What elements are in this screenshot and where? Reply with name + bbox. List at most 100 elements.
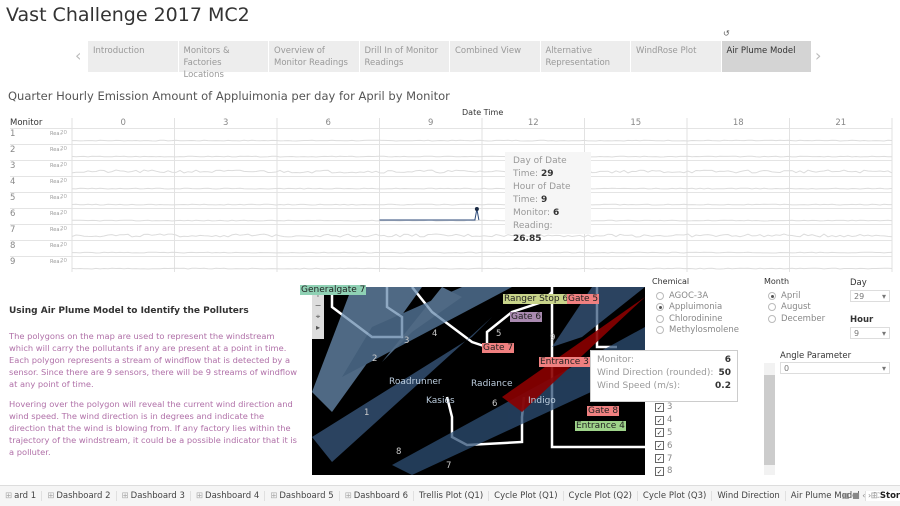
monitor-marker[interactable]: 2 bbox=[372, 354, 377, 364]
sheet-tabs: ⊞ ard 1 ⊞ Dashboard 2 ⊞ Dashboard 3 ⊞ Dashboard… bbox=[0, 485, 900, 506]
map-location-label[interactable]: Gate 5 bbox=[567, 294, 600, 304]
checkbox-checked-icon[interactable]: ✓ bbox=[655, 466, 664, 476]
map-location-label[interactable]: Roadrunner bbox=[388, 377, 443, 387]
radio-icon[interactable] bbox=[768, 303, 776, 312]
radio-icon[interactable] bbox=[656, 314, 664, 323]
monitor-marker[interactable]: 7 bbox=[446, 461, 451, 471]
description-paragraph: The polygons on the map are used to repr… bbox=[9, 331, 298, 389]
sheet-tab[interactable]: Trellis Plot (Q1) bbox=[414, 491, 490, 501]
radio-option-chlorodinine[interactable]: Chlorodinine bbox=[656, 313, 739, 325]
radio-label: Chlorodinine bbox=[669, 313, 723, 324]
monitor-marker[interactable]: 6 bbox=[492, 399, 497, 409]
chemical-filter: AGOC-3A Appluimonia Chlorodinine Methylosmo… bbox=[656, 290, 739, 336]
sheet-tab[interactable]: ⊞ Dashboard 6 bbox=[340, 491, 414, 501]
radio-label: April bbox=[781, 290, 801, 301]
map-location-label[interactable]: Gate 7 bbox=[482, 343, 515, 353]
series-line-monitor-2 bbox=[71, 155, 893, 158]
checkbox-checked-icon[interactable]: ✓ bbox=[655, 402, 664, 412]
map-location-label[interactable]: Kasios bbox=[425, 396, 456, 406]
expand-icon[interactable]: ▸ bbox=[312, 322, 324, 333]
chemical-filter-label: Chemical bbox=[652, 277, 690, 286]
hour-filter-label: Hour bbox=[850, 315, 874, 325]
scrollbar-thumb[interactable] bbox=[764, 375, 775, 465]
radio-option-august[interactable]: August bbox=[768, 302, 825, 314]
monitor-marker[interactable]: 1 bbox=[364, 408, 369, 418]
map-location-label[interactable]: Entrance 4 bbox=[575, 421, 626, 431]
checkbox-checked-icon[interactable]: ✓ bbox=[655, 441, 664, 451]
tab-label: Dashboard 2 bbox=[56, 491, 111, 501]
dropdown-arrow-icon: ▾ bbox=[881, 363, 886, 373]
radio-option-appluimonia[interactable]: Appluimonia bbox=[656, 302, 739, 314]
sheet-tab[interactable]: ⊞ Dashboard 2 bbox=[42, 491, 117, 501]
pan-icon[interactable]: ⌖ bbox=[312, 311, 324, 322]
radio-option-december[interactable]: December bbox=[768, 313, 825, 325]
tooltip-day: 29 bbox=[540, 169, 554, 179]
angle-parameter-dropdown[interactable]: 0 ▾ bbox=[780, 362, 890, 374]
tooltip-wind-direction: 50 bbox=[718, 368, 731, 378]
dashboard-icon: ⊞ bbox=[195, 491, 204, 501]
sheet-tab[interactable]: Wind Direction bbox=[712, 491, 786, 501]
radio-icon[interactable] bbox=[768, 314, 776, 323]
map-tooltip: Monitor: 6 Wind Direction (rounded): 50 Wi… bbox=[590, 350, 738, 402]
tooltip-label: Monitor: bbox=[513, 208, 551, 218]
sheet-tab[interactable]: Cycle Plot (Q2) bbox=[564, 491, 638, 501]
tooltip-label: Wind Speed (m/s): bbox=[597, 381, 681, 391]
chart-tooltip: Day of Date Time: 29 Hour of Date Time: … bbox=[505, 152, 591, 244]
radio-icon[interactable] bbox=[656, 303, 664, 312]
map-location-label[interactable]: Gate 8 bbox=[587, 406, 620, 416]
radio-option-agoc-3a[interactable]: AGOC-3A bbox=[656, 290, 739, 302]
map-location-label[interactable]: Indigo bbox=[527, 396, 557, 406]
map-location-label[interactable]: Ranger Stop 6 bbox=[503, 294, 570, 304]
map-location-label[interactable]: Generalgate 7 bbox=[300, 285, 367, 295]
hour-dropdown[interactable]: 9 ▾ bbox=[850, 327, 890, 339]
dropdown-arrow-icon: ▾ bbox=[881, 328, 886, 338]
radio-icon[interactable] bbox=[768, 291, 776, 300]
day-value: 29 bbox=[854, 291, 865, 301]
radio-option-methylosmolene[interactable]: Methylosmolene bbox=[656, 325, 739, 337]
zoom-out-icon[interactable]: − bbox=[312, 300, 324, 311]
tab-label: Cycle Plot (Q2) bbox=[568, 491, 632, 501]
checkbox-checked-icon[interactable]: ✓ bbox=[655, 415, 664, 425]
series-line-monitor-9 bbox=[71, 267, 893, 270]
monitor-checkbox-7[interactable]: ✓ 7 bbox=[655, 452, 672, 465]
dashboard-icon: ⊞ bbox=[344, 491, 352, 501]
map-location-label[interactable]: Gate 6 bbox=[510, 312, 543, 322]
radio-icon[interactable] bbox=[656, 291, 664, 300]
view-controls[interactable]: ▦ ■ ‹ › ⛶ bbox=[842, 491, 879, 501]
filter-scrollbar[interactable] bbox=[764, 363, 775, 475]
radio-option-april[interactable]: April bbox=[768, 290, 825, 302]
checkbox-checked-icon[interactable]: ✓ bbox=[655, 454, 664, 464]
monitor-marker[interactable]: 8 bbox=[396, 447, 401, 457]
checkbox-label: 5 bbox=[667, 427, 673, 438]
monitor-checkbox-6[interactable]: ✓ 6 bbox=[655, 439, 672, 452]
series-line-monitor-4 bbox=[71, 187, 893, 190]
monitor-checkbox-5[interactable]: ✓ 5 bbox=[655, 427, 672, 440]
tab-label: ard 1 bbox=[14, 491, 37, 501]
monitor-checkbox-8[interactable]: ✓ 8 bbox=[655, 465, 672, 478]
monitor-marker[interactable]: 4 bbox=[432, 329, 437, 339]
monitor-marker[interactable]: 5 bbox=[496, 329, 501, 339]
sheet-tab[interactable]: ⊞ ard 1 bbox=[0, 491, 43, 501]
sheet-tab[interactable]: ⊞ Dashboard 4 bbox=[191, 491, 266, 501]
map-location-label[interactable]: Radiance bbox=[470, 379, 514, 389]
radio-label: AGOC-3A bbox=[669, 290, 709, 301]
trellis-plot[interactable] bbox=[0, 0, 900, 280]
radio-icon[interactable] bbox=[656, 326, 664, 335]
sheet-tab[interactable]: Cycle Plot (Q3) bbox=[638, 491, 713, 501]
dashboard-icon: ⊞ bbox=[121, 491, 129, 501]
monitor-marker[interactable]: 9 bbox=[550, 333, 555, 343]
month-filter: April August December bbox=[768, 290, 825, 325]
sheet-tab[interactable]: ⊞ Dashboard 3 bbox=[117, 491, 191, 501]
radio-label: Methylosmolene bbox=[669, 325, 739, 336]
map-toolbar[interactable]: + − ⌖ ▸ bbox=[312, 289, 324, 339]
day-dropdown[interactable]: 29 ▾ bbox=[850, 290, 890, 302]
tab-label: Dashboard 4 bbox=[205, 491, 260, 501]
monitor-marker[interactable]: 3 bbox=[404, 336, 409, 346]
sheet-tab[interactable]: Cycle Plot (Q1) bbox=[489, 491, 564, 501]
tooltip-label: Reading: bbox=[513, 221, 553, 231]
checkbox-checked-icon[interactable]: ✓ bbox=[655, 428, 664, 438]
monitor-checkbox-4[interactable]: ✓ 4 bbox=[655, 414, 672, 427]
map-location-label[interactable]: Entrance 3 bbox=[539, 357, 590, 367]
monitor-checkbox-3[interactable]: ✓ 3 bbox=[655, 401, 672, 414]
sheet-tab[interactable]: ⊞ Dashboard 5 bbox=[265, 491, 340, 501]
